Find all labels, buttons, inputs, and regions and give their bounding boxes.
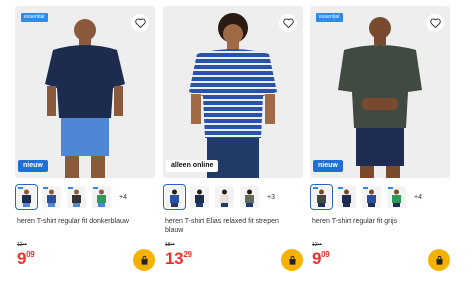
favorite-button[interactable] [279,14,297,32]
online-only-badge: alleen online [166,160,219,172]
color-swatches: +4 [310,184,422,210]
swatch-option[interactable] [163,184,186,210]
model-photo [45,19,125,178]
price-cents: 29 [183,250,192,259]
shopping-bag-icon [140,255,148,265]
swatch-option[interactable] [42,186,61,208]
color-swatches: +4 [15,184,127,210]
swatch-option[interactable] [215,186,234,208]
heart-icon [282,18,294,28]
product-card[interactable]: alleen online +3 heren T-shirt Elias rel… [163,0,303,281]
swatch-option[interactable] [362,186,381,208]
model-photo [189,13,277,178]
product-image[interactable]: alleen online [163,6,303,178]
new-badge: nieuw [18,160,48,172]
add-to-cart-button[interactable] [133,249,155,271]
price-cents: 09 [26,250,35,259]
more-colors-link[interactable]: +4 [119,194,127,201]
swatch-option[interactable] [240,186,259,208]
price-whole: 9 [17,249,27,268]
swatch-option[interactable] [337,186,356,208]
swatch-option[interactable] [15,184,38,210]
old-price: 12⁹⁵ [17,242,27,248]
current-price: 909 [312,249,330,268]
product-card[interactable]: essential nieuw +4 heren T-shirt regular… [15,0,155,281]
essential-badge: essential [316,13,343,22]
swatch-option[interactable] [67,186,86,208]
product-image[interactable]: essential nieuw [15,6,155,178]
swatch-option[interactable] [92,186,111,208]
product-card[interactable]: essential nieuw +4 heren T-shirt regular… [310,0,450,281]
product-name[interactable]: heren T-shirt regular fit donkerblauw [17,217,149,226]
heart-icon [429,18,441,28]
color-swatches: +3 [163,184,275,210]
swatch-option[interactable] [190,186,209,208]
essential-badge: essential [21,13,48,22]
price-whole: 13 [165,249,184,268]
favorite-button[interactable] [131,14,149,32]
current-price: 909 [17,249,35,268]
favorite-button[interactable] [426,14,444,32]
shopping-bag-icon [435,255,443,265]
price-cents: 09 [321,250,330,259]
swatch-option[interactable] [310,184,333,210]
current-price: 1329 [165,250,192,268]
old-price: 18⁹⁵ [165,242,175,248]
model-photo [338,17,422,178]
add-to-cart-button[interactable] [428,249,450,271]
product-image[interactable]: essential nieuw [310,6,450,178]
product-name[interactable]: heren T-shirt regular fit grijs [312,217,444,226]
more-colors-link[interactable]: +3 [267,194,275,201]
product-grid: essential nieuw +4 heren T-shirt regular… [0,0,475,281]
price-whole: 9 [312,249,322,268]
add-to-cart-button[interactable] [281,249,303,271]
shopping-bag-icon [288,255,296,265]
heart-icon [134,18,146,28]
swatch-option[interactable] [387,186,406,208]
product-name[interactable]: heren T-shirt Elias relaxed fit strepen … [165,217,297,235]
old-price: 12⁹⁵ [312,242,322,248]
new-badge: nieuw [313,160,343,172]
more-colors-link[interactable]: +4 [414,194,422,201]
